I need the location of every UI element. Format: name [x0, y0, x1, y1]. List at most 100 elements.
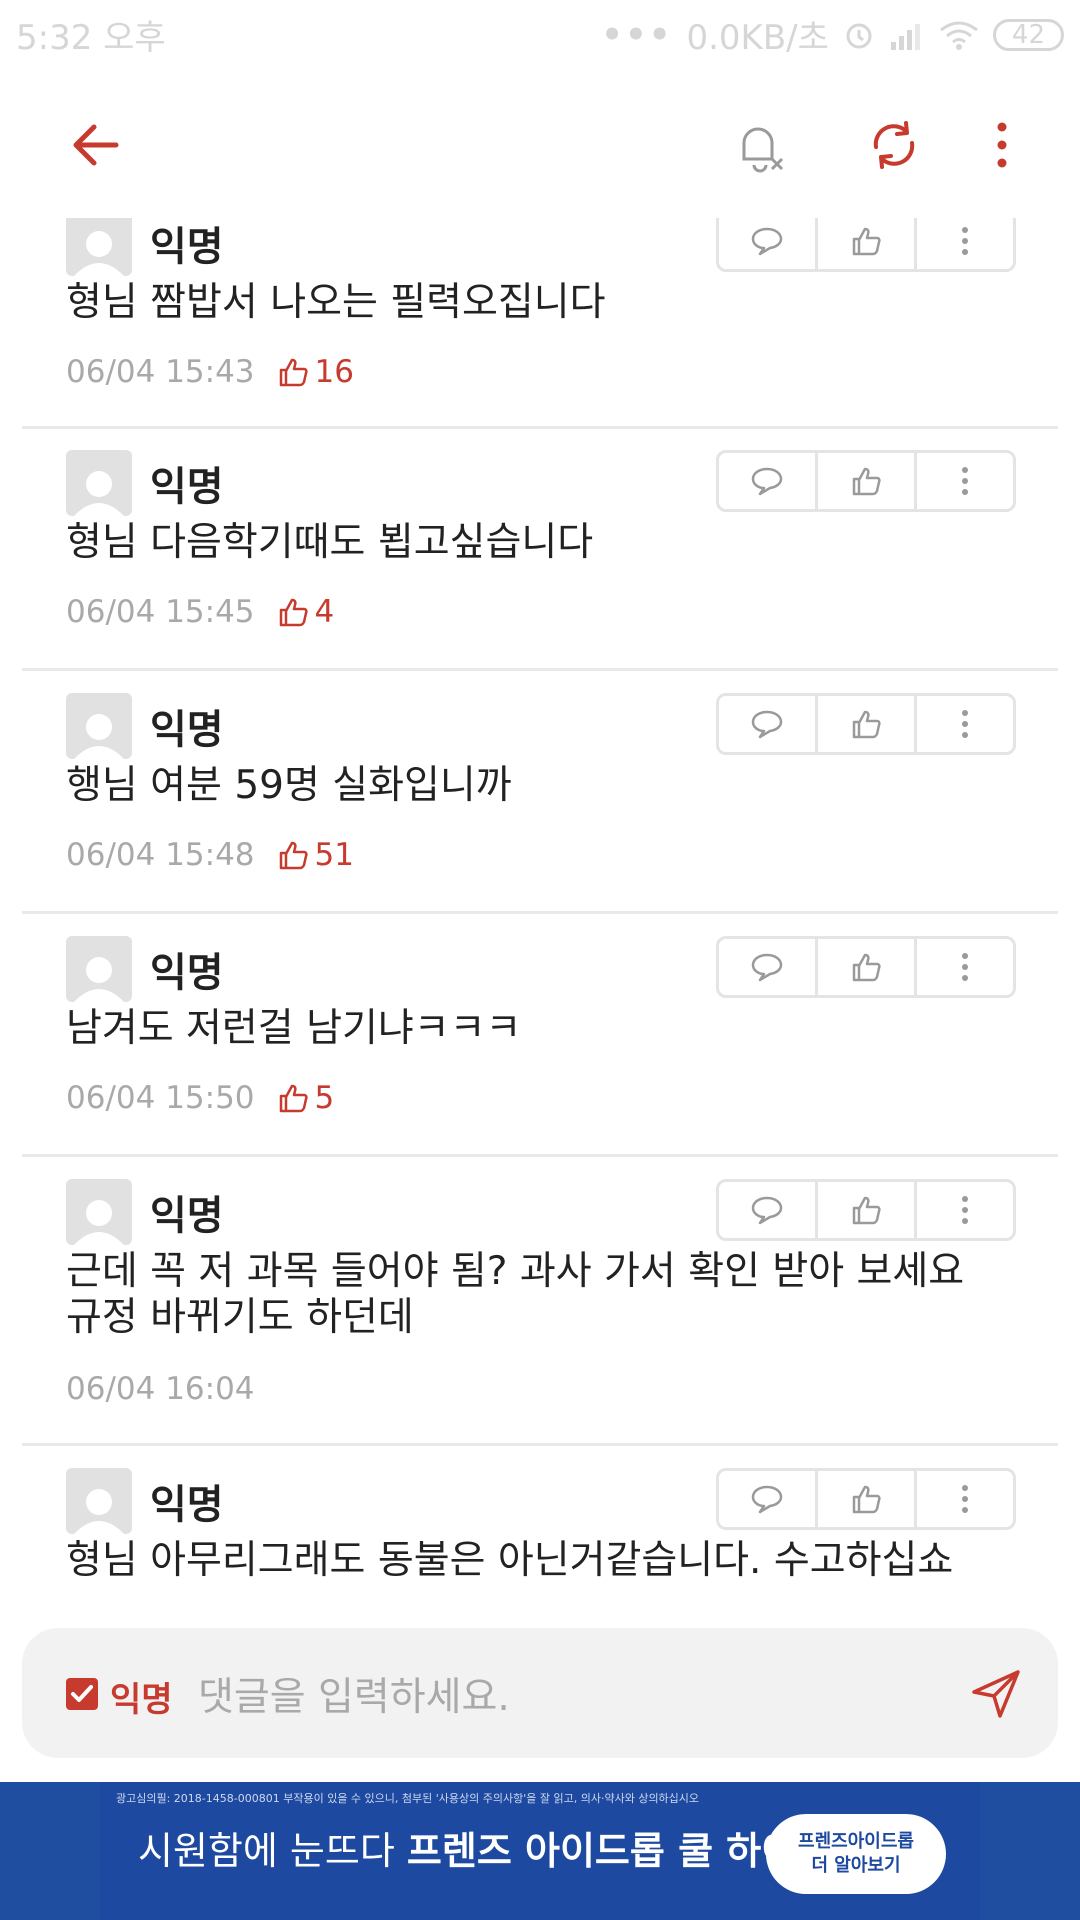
avatar — [66, 936, 132, 1002]
speech-bubble-icon — [751, 467, 783, 496]
more-button[interactable] — [914, 218, 1013, 269]
comment-text: 형님 다음학기때도 뵙고싶습니다 — [66, 520, 594, 565]
refresh-icon[interactable] — [862, 113, 926, 177]
thumbs-up-icon — [852, 1485, 881, 1514]
comment-actions — [716, 1179, 1016, 1241]
more-vert-icon — [962, 953, 968, 981]
thumbs-up-icon — [852, 227, 881, 256]
like-button[interactable] — [815, 696, 914, 752]
comment-author: 익명 — [150, 707, 224, 753]
more-vert-icon — [962, 710, 968, 738]
avatar — [66, 1468, 132, 1534]
thumbs-up-icon — [852, 467, 881, 496]
thumbs-up-icon — [279, 598, 308, 627]
more-vert-icon — [962, 467, 968, 495]
comment-author: 익명 — [150, 1193, 224, 1239]
comment-item: 익명 근데 꼭 저 과목 들어야 됨? 과사 가서 확인 받아 보세요 규정 바… — [22, 1179, 1058, 1446]
more-button[interactable] — [914, 1182, 1013, 1238]
thumbs-up-icon — [852, 953, 881, 982]
reply-button[interactable] — [719, 453, 815, 509]
status-time: 5:32 오후 — [16, 18, 166, 58]
comment-meta: 06/04 15:43 16 — [66, 354, 354, 390]
comment-author: 익명 — [150, 464, 224, 510]
ad-headline: 시원함에 눈뜨다 프렌즈 아이드롭 쿨 하이 — [138, 1820, 796, 1875]
like-count: 16 — [277, 354, 354, 390]
speech-bubble-icon — [751, 710, 783, 739]
comment-time: 06/04 15:50 — [66, 1080, 255, 1116]
comment-actions — [716, 450, 1016, 512]
comment-actions — [716, 693, 1016, 755]
more-button[interactable] — [914, 939, 1013, 995]
status-bar: 5:32 오후 ••• 0.0KB/초 42 — [0, 0, 1080, 68]
comment-item: 익명 형님 아무리그래도 동불은 아닌거같습니다. 수고하십쇼 — [22, 1468, 1058, 1588]
reply-button[interactable] — [719, 1471, 815, 1527]
more-vert-icon — [962, 1485, 968, 1513]
ad-cta-line2: 더 알아보기 — [811, 1855, 901, 1876]
comment-meta: 06/04 16:04 — [66, 1371, 255, 1407]
anonymous-label[interactable]: 익명 — [110, 1672, 173, 1721]
anonymous-checkbox[interactable] — [66, 1678, 98, 1710]
avatar — [66, 218, 132, 276]
like-button[interactable] — [815, 1471, 914, 1527]
comment-actions — [716, 1468, 1016, 1530]
more-vert-icon — [962, 227, 968, 255]
more-button[interactable] — [914, 1471, 1013, 1527]
like-count-value: 51 — [314, 837, 354, 873]
comment-actions — [716, 936, 1016, 998]
comment-item: 익명 남겨도 저런걸 남기냐ㅋㅋㅋ 06/04 15:50 5 — [22, 936, 1058, 1157]
ad-cta-button[interactable]: 프렌즈아이드롭 더 알아보기 — [766, 1814, 946, 1894]
thumbs-up-icon — [279, 1084, 308, 1113]
checkmark-icon — [71, 1685, 93, 1702]
like-button[interactable] — [815, 218, 914, 269]
arrow-left-icon[interactable] — [64, 113, 128, 177]
reply-button[interactable] — [719, 218, 815, 269]
comment-text: 행님 여분 59명 실화입니까 — [66, 763, 512, 808]
comment-time: 06/04 15:45 — [66, 594, 255, 630]
comment-list[interactable]: 익명 형님 짬밥서 나오는 필력오집니다 06/04 15:43 16 익명 형… — [0, 218, 1080, 1588]
wifi-icon — [939, 21, 978, 50]
ad-banner[interactable]: 광고심의필: 2018-1458-000801 부작용이 있을 수 있으니, 첨… — [0, 1782, 1080, 1920]
top-app-bar — [0, 68, 1080, 218]
comment-input[interactable]: 댓글을 입력하세요. — [198, 1666, 510, 1722]
avatar — [66, 693, 132, 759]
comment-meta: 06/04 15:50 5 — [66, 1080, 334, 1116]
reply-button[interactable] — [719, 696, 815, 752]
comment-time: 06/04 15:48 — [66, 837, 255, 873]
more-vert-icon[interactable] — [970, 113, 1034, 177]
comment-input-bar: 익명 댓글을 입력하세요. — [22, 1628, 1058, 1758]
like-button[interactable] — [815, 1182, 914, 1238]
comment-item: 익명 형님 다음학기때도 뵙고싶습니다 06/04 15:45 4 — [22, 450, 1058, 671]
like-count-value: 4 — [314, 594, 335, 630]
like-count-value: 5 — [314, 1080, 335, 1116]
send-icon[interactable] — [968, 1666, 1024, 1722]
like-button[interactable] — [815, 453, 914, 509]
avatar — [66, 450, 132, 516]
bell-off-icon[interactable] — [728, 113, 792, 177]
battery-indicator: 42 — [992, 18, 1064, 51]
like-button[interactable] — [815, 939, 914, 995]
more-button[interactable] — [914, 696, 1013, 752]
reply-button[interactable] — [719, 939, 815, 995]
ad-headline-prefix: 시원함에 눈뜨다 — [138, 1829, 395, 1873]
thumbs-up-icon — [279, 358, 308, 387]
status-icons: ••• 0.0KB/초 42 — [601, 10, 1064, 59]
notification-dots-icon: ••• — [601, 14, 673, 55]
comment-time: 06/04 15:43 — [66, 354, 255, 390]
network-speed: 0.0KB/초 — [686, 18, 829, 58]
comment-meta: 06/04 15:45 4 — [66, 594, 334, 630]
comment-actions — [716, 218, 1016, 272]
comment-item: 익명 형님 짬밥서 나오는 필력오집니다 06/04 15:43 16 — [22, 218, 1058, 429]
reply-button[interactable] — [719, 1182, 815, 1238]
ad-notice: 광고심의필: 2018-1458-000801 부작용이 있을 수 있으니, 첨… — [116, 1792, 700, 1805]
thumbs-up-icon — [279, 841, 308, 870]
comment-text: 형님 아무리그래도 동불은 아닌거같습니다. 수고하십쇼 — [66, 1538, 954, 1583]
comment-time: 06/04 16:04 — [66, 1371, 255, 1407]
like-count: 5 — [277, 1080, 335, 1116]
speech-bubble-icon — [751, 1196, 783, 1225]
comment-author: 익명 — [150, 1482, 224, 1528]
more-button[interactable] — [914, 453, 1013, 509]
speech-bubble-icon — [751, 953, 783, 982]
more-vert-icon — [962, 1196, 968, 1224]
comment-item: 익명 행님 여분 59명 실화입니까 06/04 15:48 51 — [22, 693, 1058, 914]
speech-bubble-icon — [751, 1485, 783, 1514]
